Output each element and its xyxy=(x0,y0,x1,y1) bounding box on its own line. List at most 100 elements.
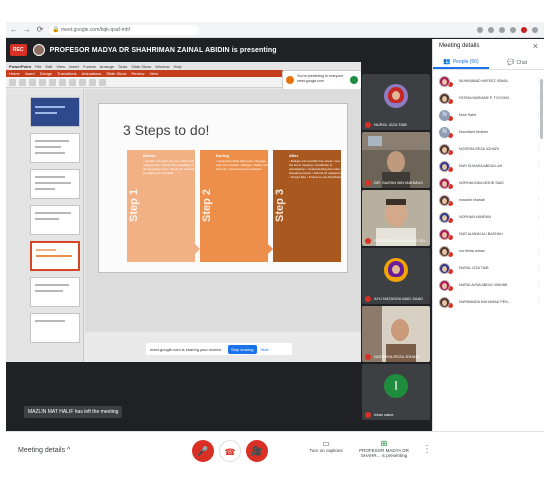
participant-tile[interactable]: AYU NATASHA MAD SAAD xyxy=(362,248,430,304)
participant-name: NURWANDA MUHAMAD PEN... xyxy=(459,300,511,304)
current-slide: 3 Steps to do! Step 1 Before • Identify … xyxy=(98,103,348,273)
participant-tile[interactable]: PROFESOR MADYA DR SH... xyxy=(362,190,430,246)
slide-thumbnail[interactable] xyxy=(30,133,80,163)
meeting-controls-bar: Meeting details ^ 🎤 ☎ 🎥 ▭ Turn on captio… xyxy=(6,431,544,470)
camera-toggle-button[interactable]: 🎥 xyxy=(246,440,268,462)
participant-row[interactable]: N Nuur Sabri ⋮ xyxy=(433,107,544,123)
ppt-menu-item[interactable]: Format xyxy=(83,64,96,69)
more-options-icon[interactable]: ⋮ xyxy=(536,299,541,305)
ppt-ribbon-tab[interactable]: Review xyxy=(131,71,144,76)
notice-action-icon[interactable] xyxy=(350,76,358,84)
star-icon[interactable] xyxy=(477,26,483,33)
participant-row[interactable]: NUR ALIANN ALI BASHAH ⋮ xyxy=(433,226,544,242)
forward-icon[interactable]: → xyxy=(22,25,32,35)
captions-button[interactable]: ▭ Turn on captions xyxy=(306,439,346,453)
slide-thumbnail-selected[interactable] xyxy=(30,241,80,271)
ppt-ribbon-tab[interactable]: Slide Show xyxy=(106,71,126,76)
slide-thumbnail[interactable] xyxy=(30,313,80,343)
more-options-icon[interactable]: ⋮ xyxy=(536,214,541,220)
participant-row[interactable]: norazrin shahab ⋮ xyxy=(433,192,544,208)
extension-icon[interactable] xyxy=(488,26,494,33)
ppt-menu-item[interactable]: Slide Show xyxy=(131,64,151,69)
participant-avatar: N xyxy=(439,109,450,121)
slide-canvas: 3 Steps to do! Step 1 Before • Identify … xyxy=(85,89,361,332)
slide-thumbnail[interactable] xyxy=(30,169,80,199)
participant-row[interactable]: NURWANDA MUHAMAD PEN... ⋮ xyxy=(433,294,544,310)
participant-tile[interactable]: DR. SAIFAN BIN MAHMUD xyxy=(362,132,430,188)
more-options-icon[interactable]: ⋮ xyxy=(536,265,541,271)
presenting-button[interactable]: ⊞ PROFESOR MADYA DR SHAHR... is presenti… xyxy=(354,439,414,458)
participant-name: NORHAN KAMRAN xyxy=(459,215,491,219)
italic-icon xyxy=(49,79,56,86)
participant-row[interactable]: NOORSA REZA JOHARI ⋮ xyxy=(433,141,544,157)
extension-icon[interactable] xyxy=(499,26,505,33)
presenter-banner: REC PROFESOR MADYA DR SHAHRIMAN ZAINAL A… xyxy=(6,39,361,61)
mic-toggle-button[interactable]: 🎤 xyxy=(192,440,214,462)
ppt-menu-item[interactable]: View xyxy=(56,64,65,69)
participant-row[interactable]: MUHAMMAD HAFEEZ ISMAIL ⋮ xyxy=(433,73,544,89)
ppt-menu-item[interactable]: PowerPoint xyxy=(9,64,31,69)
ppt-menu-item[interactable]: Tools xyxy=(118,64,127,69)
extension-icons xyxy=(477,26,538,33)
ppt-menu-item[interactable]: Help xyxy=(174,64,182,69)
ppt-ribbon-tab[interactable]: Insert xyxy=(25,71,35,76)
slide-thumbnail[interactable] xyxy=(30,277,80,307)
participant-tile[interactable]: NURUL IZZA TAIB xyxy=(362,74,430,130)
slide-thumbnail[interactable] xyxy=(30,97,80,127)
participant-row[interactable]: N Noorhikmi Ibrahim ⋮ xyxy=(433,124,544,140)
participant-row[interactable]: NORHAN KAMRAN ⋮ xyxy=(433,209,544,225)
present-screen-icon: ⊞ xyxy=(380,439,388,448)
presenting-label: PROFESOR MADYA DR SHAHR... is presenting xyxy=(359,448,409,458)
participant-avatar xyxy=(439,92,450,104)
participant-tile[interactable]: I Intan zaine xyxy=(362,364,430,420)
tab-people[interactable]: 👥 People (56) xyxy=(433,56,489,69)
menu-icon[interactable] xyxy=(532,26,538,33)
ppt-menu-item[interactable]: Window xyxy=(155,64,169,69)
participant-tile[interactable]: NOORISA REZA JOHARI xyxy=(362,306,430,362)
ppt-menu-item[interactable]: File xyxy=(35,64,41,69)
bullets-icon xyxy=(79,79,86,86)
ppt-menu-item[interactable]: Insert xyxy=(69,64,79,69)
more-options-icon[interactable]: ⋮ xyxy=(536,197,541,203)
meeting-details-button[interactable]: Meeting details ^ xyxy=(18,447,70,454)
more-options-icon[interactable]: ⋮ xyxy=(536,248,541,254)
close-icon[interactable]: × xyxy=(533,41,538,51)
more-options-icon[interactable]: ⋮ xyxy=(536,163,541,169)
address-bar[interactable]: 🔒 meet.google.com/bqk-qsaf-mhf xyxy=(49,24,199,35)
stop-sharing-button[interactable]: Stop sharing xyxy=(228,344,257,354)
hide-button[interactable]: Hide xyxy=(261,347,269,352)
participant-name: NOORISA REZA JOHARI xyxy=(374,354,420,359)
more-options-icon[interactable]: ⋮ xyxy=(536,180,541,186)
slide-thumbnail[interactable] xyxy=(30,205,80,235)
leave-call-button[interactable]: ☎ xyxy=(219,440,241,462)
extension-icon[interactable] xyxy=(510,26,516,33)
ppt-menu-item[interactable]: Arrange xyxy=(100,64,114,69)
more-options-icon[interactable]: ⋮ xyxy=(536,146,541,152)
participant-row[interactable]: NURULAYNA ABDUL WAHAB ⋮ xyxy=(433,277,544,293)
tab-chat[interactable]: 💬 Chat xyxy=(489,56,544,69)
ppt-ribbon-tab[interactable]: Transitions xyxy=(57,71,76,76)
ppt-ribbon-tab[interactable]: Animations xyxy=(82,71,102,76)
participant-row[interactable]: NUR SUHADA ABDULLAH ⋮ xyxy=(433,158,544,174)
bold-icon xyxy=(39,79,46,86)
reload-icon[interactable]: ⟳ xyxy=(35,25,45,35)
participant-row[interactable]: nur fiesta adnan ⋮ xyxy=(433,243,544,259)
more-options-icon[interactable]: ⋮ xyxy=(536,282,541,288)
ppt-menu-item[interactable]: Edit xyxy=(45,64,52,69)
profile-icon[interactable] xyxy=(521,26,527,33)
participant-row[interactable]: NORHALINDA MOHD SAID ⋮ xyxy=(433,175,544,191)
ppt-ribbon-tab[interactable]: Design xyxy=(40,71,52,76)
participant-name: FATIMA MARIANE P. TOYONG xyxy=(459,96,510,100)
step-text: • Inspecting while field work • Engage w… xyxy=(216,159,269,171)
more-options-icon[interactable]: ⋮ xyxy=(422,444,432,455)
meeting-details-panel: Meeting details × 👥 People (56) 💬 Chat M… xyxy=(432,39,544,431)
ppt-ribbon-tab[interactable]: Home xyxy=(9,71,20,76)
more-options-icon[interactable]: ⋮ xyxy=(536,231,541,237)
panel-scrollbar[interactable] xyxy=(540,79,543,139)
participant-row[interactable]: NURUL IZZA TAIB ⋮ xyxy=(433,260,544,276)
participant-row[interactable]: FATIMA MARIANE P. TOYONG ⋮ xyxy=(433,90,544,106)
ppt-ribbon-tab[interactable]: View xyxy=(150,71,159,76)
meeting-details-label: Meeting details xyxy=(18,447,66,454)
back-icon[interactable]: ← xyxy=(9,25,19,35)
chevron-up-icon: ^ xyxy=(67,447,71,454)
